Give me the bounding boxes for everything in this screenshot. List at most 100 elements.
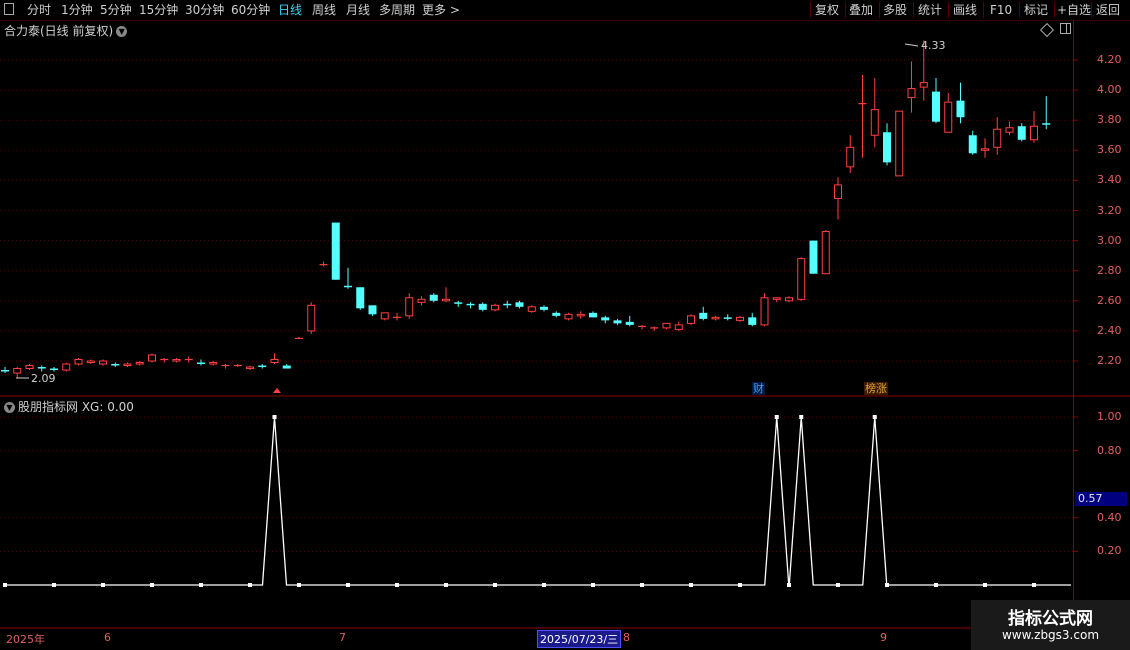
xg-baseline-dot [934, 583, 938, 587]
xg-peak-dot [872, 415, 877, 419]
candle-body [429, 294, 438, 301]
candle-body [466, 303, 475, 306]
candle-body [270, 358, 279, 364]
candle-body [258, 365, 267, 368]
candle-body [883, 132, 891, 163]
candle-body [687, 315, 695, 324]
candle-body [674, 324, 683, 330]
candle-body [1005, 127, 1014, 133]
indicator-tick-label: 0.20 [1097, 544, 1122, 558]
candle-body [981, 148, 989, 151]
candle-body [785, 297, 793, 302]
candle-body [552, 312, 561, 316]
price-tick-label: 2.20 [1097, 354, 1122, 367]
candle-body [809, 240, 818, 274]
indicator-title[interactable]: ▼ 股朋指标网 XG: 0.00 [4, 398, 134, 415]
candle-body [368, 305, 377, 315]
price-tick-label: 2.60 [1097, 293, 1122, 307]
candle-body [662, 322, 671, 329]
candle-body [491, 304, 499, 311]
date-label-month-9: 9 [880, 631, 887, 644]
price-tick-label: 2.40 [1097, 323, 1122, 337]
date-label-month-7: 7 [339, 631, 346, 644]
candle-body [356, 287, 365, 309]
candlestick-chart [0, 20, 1130, 650]
candle-body [993, 128, 1002, 148]
price-tick-label: 3.20 [1097, 203, 1122, 217]
candle-body [25, 365, 34, 370]
xg-baseline-dot [150, 583, 154, 587]
xg-peak-dot [774, 415, 779, 419]
candle-body [282, 365, 291, 369]
candle-body [760, 297, 769, 326]
indicator-tick-label: 1.00 [1097, 410, 1122, 423]
candle-body [478, 303, 487, 310]
xg-peak-dot [272, 415, 277, 419]
candle-body [344, 285, 352, 288]
candle-body [62, 363, 71, 371]
candle-body [723, 317, 732, 319]
candle-body [442, 298, 450, 302]
xg-baseline-dot [3, 583, 7, 587]
xg-baseline-dot [983, 583, 987, 587]
candle-body [932, 91, 940, 122]
xg-baseline-dot [640, 583, 644, 587]
watermark-title: 指标公式网 [1008, 609, 1093, 629]
candle-body [956, 100, 965, 118]
watermark-url: www.zbgs3.com [1001, 628, 1100, 642]
candle-body [37, 367, 46, 369]
price-tick-label: 3.00 [1097, 233, 1122, 247]
candle-body [1030, 125, 1038, 141]
indicator-tick-label: 0.80 [1097, 443, 1122, 457]
xg-baseline-dot [885, 583, 889, 587]
date-label-month-6: 6 [104, 631, 111, 644]
price-tick-label: 4.00 [1097, 83, 1122, 97]
xg-baseline-dot [52, 583, 56, 587]
chevron-down-icon[interactable]: ▼ [4, 402, 15, 413]
low-price-label: 2.09 [31, 372, 56, 385]
candle-body [699, 312, 708, 319]
top-gainer-badge[interactable]: 榜涨 [864, 382, 888, 395]
candle-body [380, 312, 389, 320]
candle-body [834, 184, 842, 199]
xg-baseline-dot [591, 583, 595, 587]
candle-body [454, 302, 463, 304]
financial-report-badge[interactable]: 财 [752, 382, 765, 395]
price-tick-label: 4.20 [1097, 53, 1122, 66]
candle-body [895, 110, 904, 177]
xg-signal-line [5, 416, 1071, 586]
candle-body [515, 302, 524, 307]
candle-body [1, 370, 9, 372]
candle-body [74, 358, 83, 365]
candle-body [797, 258, 806, 300]
xg-baseline-dot [542, 583, 546, 587]
candle-body [123, 363, 132, 367]
candle-body [968, 135, 977, 154]
candle-body [540, 306, 548, 310]
candle-body [148, 354, 156, 362]
candle-body [601, 317, 610, 321]
candle-body [625, 321, 634, 325]
indicator-tick-label: 0.40 [1097, 510, 1122, 524]
candle-body [944, 101, 953, 133]
candle-body [736, 316, 744, 321]
candle-body [197, 362, 205, 365]
candle-body [613, 320, 622, 324]
candle-body [711, 316, 720, 320]
candle-body [527, 306, 536, 312]
candle-body [576, 313, 585, 317]
price-tick-label: 2.80 [1097, 263, 1122, 277]
candle-body [307, 304, 316, 332]
indicator-name-label: 股朋指标网 XG: 0.00 [18, 400, 134, 414]
candle-body [1017, 126, 1026, 140]
xg-baseline-dot [346, 583, 350, 587]
xg-baseline-dot [199, 583, 203, 587]
xg-baseline-dot [101, 583, 105, 587]
candle-body [135, 362, 144, 365]
candle-body [821, 231, 830, 275]
price-tick-label: 3.60 [1097, 143, 1122, 157]
candle-body [209, 362, 218, 365]
price-tick-label: 3.80 [1097, 113, 1122, 127]
candle-body [13, 368, 22, 374]
candle-body [589, 312, 597, 318]
